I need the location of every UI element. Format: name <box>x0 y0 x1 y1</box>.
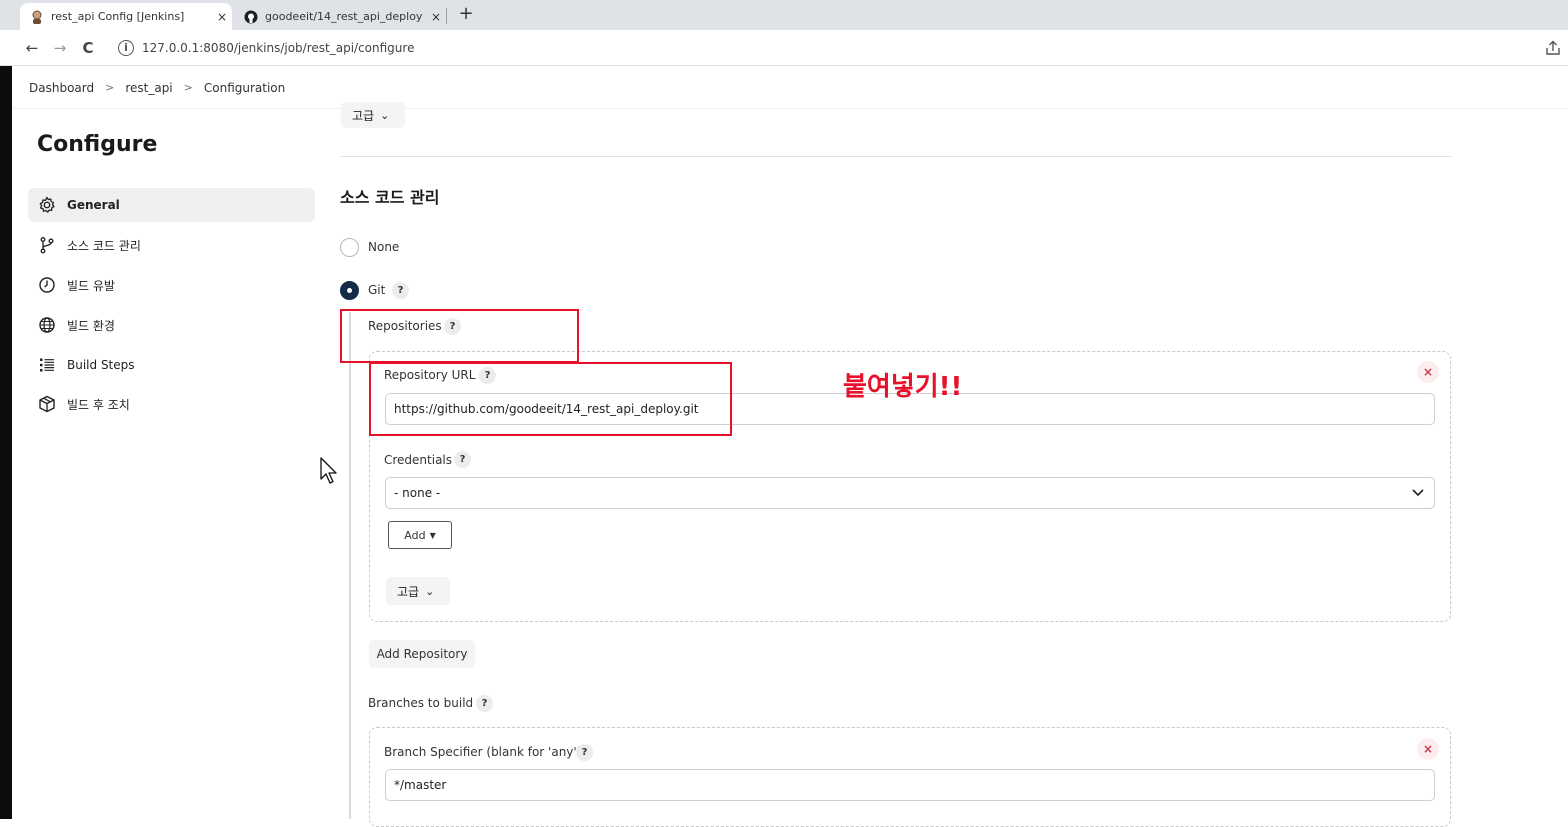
section-divider <box>340 156 1452 157</box>
remove-repository-close-icon[interactable]: × <box>1417 361 1439 383</box>
sidebar-item-label: 소스 코드 관리 <box>67 238 141 253</box>
sidebar-item-general[interactable]: General <box>28 188 315 222</box>
breadcrumb-configuration[interactable]: Configuration <box>204 81 285 95</box>
tab-close-icon[interactable]: × <box>426 10 446 24</box>
radio-none-label: None <box>368 240 400 254</box>
branch-specifier-input[interactable]: */master <box>385 769 1435 801</box>
help-icon[interactable]: ? <box>392 282 409 299</box>
globe-icon <box>37 315 57 335</box>
tab-title: goodeeit/14_rest_api_deploy <box>265 10 423 23</box>
branch-specifier-label: Branch Specifier (blank for 'any') <box>384 745 582 759</box>
add-button-label: Add <box>404 528 426 542</box>
chevron-down-icon: ⌄ <box>425 584 435 598</box>
sidebar-item-label: General <box>67 198 120 212</box>
tab-github-repo[interactable]: goodeeit/14_rest_api_deploy × <box>236 3 446 30</box>
advanced-button[interactable]: 고급 ⌄ <box>341 102 405 128</box>
annotation-highlight-repositories <box>340 309 579 363</box>
sidebar-item-build-triggers[interactable]: 빌드 유발 <box>28 268 315 302</box>
github-favicon-icon <box>244 10 258 24</box>
radio-none[interactable] <box>340 238 359 257</box>
chevron-down-icon <box>1412 489 1424 497</box>
sidebar-item-post-build[interactable]: 빌드 후 조치 <box>28 387 315 421</box>
tab-jenkins-config[interactable]: rest_api Config [Jenkins] × <box>20 3 232 30</box>
chevron-right-icon: > <box>183 81 193 94</box>
mouse-cursor-icon <box>320 457 337 484</box>
url-field[interactable]: i 127.0.0.1:8080/jenkins/job/rest_api/co… <box>108 35 1528 61</box>
clock-icon <box>37 275 57 295</box>
left-edge-strip <box>0 66 12 819</box>
sidebar-item-label: 빌드 후 조치 <box>67 397 130 412</box>
box-icon <box>37 394 57 414</box>
reload-icon[interactable]: C <box>78 38 98 58</box>
remove-branch-close-icon[interactable]: × <box>1417 738 1439 760</box>
address-bar-row: ← → C i 127.0.0.1:8080/jenkins/job/rest_… <box>0 30 1568 66</box>
credentials-selected-value: - none - <box>394 486 441 500</box>
forward-arrow-icon[interactable]: → <box>50 38 70 58</box>
sidebar-item-source-code[interactable]: 소스 코드 관리 <box>28 228 315 262</box>
branches-to-build-label: Branches to build <box>368 696 474 710</box>
credentials-select[interactable]: - none - <box>385 477 1435 509</box>
add-repository-button[interactable]: Add Repository <box>369 640 475 668</box>
page-title: Configure <box>37 132 158 157</box>
url-text: 127.0.0.1:8080/jenkins/job/rest_api/conf… <box>142 41 415 55</box>
breadcrumb-dashboard[interactable]: Dashboard <box>29 81 94 95</box>
list-icon <box>37 355 57 375</box>
sidebar-item-build-env[interactable]: 빌드 환경 <box>28 308 315 342</box>
scm-section-title: 소스 코드 관리 <box>340 188 440 207</box>
gear-icon <box>37 195 57 215</box>
advanced-label: 고급 <box>397 584 420 599</box>
git-section-indent-line <box>349 312 351 819</box>
tab-close-icon[interactable]: × <box>212 10 232 24</box>
site-info-icon[interactable]: i <box>118 40 134 56</box>
back-arrow-icon[interactable]: ← <box>22 38 42 58</box>
help-icon[interactable]: ? <box>476 695 493 712</box>
branch-icon <box>37 235 57 255</box>
annotation-highlight-repo-url <box>369 362 732 436</box>
advanced-repo-button[interactable]: 고급 ⌄ <box>386 577 450 605</box>
annotation-text: 붙여넣기!! <box>843 372 963 402</box>
help-icon[interactable]: ? <box>454 451 471 468</box>
sidebar-item-label: 빌드 유발 <box>67 278 115 293</box>
jenkins-favicon-icon <box>30 10 44 24</box>
radio-git[interactable] <box>340 281 359 300</box>
sidebar-item-label: 빌드 환경 <box>67 318 115 333</box>
credentials-label: Credentials <box>384 453 453 467</box>
add-credentials-button[interactable]: Add ▼ <box>388 521 452 549</box>
tab-title: rest_api Config [Jenkins] <box>51 10 185 23</box>
sidebar-item-label: Build Steps <box>67 358 135 372</box>
sidebar-item-build-steps[interactable]: Build Steps <box>28 348 315 382</box>
chevron-down-icon: ⌄ <box>380 108 390 122</box>
radio-git-label: Git <box>368 283 386 297</box>
browser-tab-bar: rest_api Config [Jenkins] × goodeeit/14_… <box>0 0 1568 30</box>
tab-separator <box>446 8 447 24</box>
advanced-label: 고급 <box>352 108 375 123</box>
caret-down-icon: ▼ <box>429 530 436 540</box>
breadcrumb-rest-api[interactable]: rest_api <box>125 81 172 95</box>
chevron-right-icon: > <box>105 81 115 94</box>
new-tab-button[interactable]: + <box>456 4 476 24</box>
help-icon[interactable]: ? <box>576 744 593 761</box>
share-icon[interactable] <box>1544 39 1562 57</box>
breadcrumb: Dashboard > rest_api > Configuration <box>12 67 1568 109</box>
